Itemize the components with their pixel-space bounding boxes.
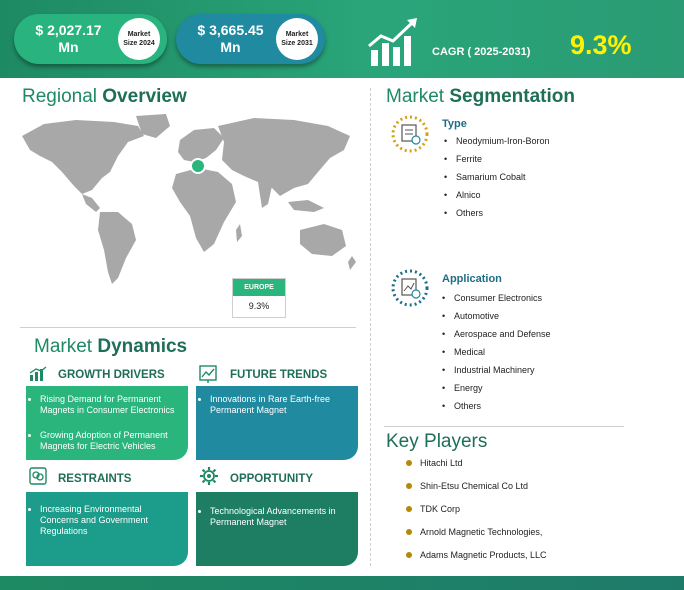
type-item: Alnico xyxy=(444,186,550,204)
regional-overview-title: Regional Overview xyxy=(22,86,187,107)
growth-drivers-title: GROWTH DRIVERS xyxy=(58,369,165,381)
type-item: Samarium Cobalt xyxy=(444,168,550,186)
type-title: Type xyxy=(442,118,467,130)
segmentation-divider xyxy=(384,426,624,427)
future-trends-card: Innovations in Rare Earth-free Permanent… xyxy=(196,386,358,460)
type-item: Neodymium-Iron-Boron xyxy=(444,132,550,150)
application-item: Industrial Machinery xyxy=(442,361,551,379)
application-segment-icon xyxy=(391,269,429,307)
future-trends-title: FUTURE TRENDS xyxy=(230,369,328,381)
restraints-icon xyxy=(29,467,47,485)
market-size-2024-value: $ 2,027.17 Mn xyxy=(35,22,102,55)
opportunity-title: OPPORTUNITY xyxy=(230,473,314,485)
region-value: 9.3% xyxy=(248,301,270,311)
application-item: Consumer Electronics xyxy=(442,289,551,307)
type-list: Neodymium-Iron-Boron Ferrite Samarium Co… xyxy=(444,132,550,222)
region-name: EUROPE xyxy=(233,279,285,296)
market-size-2024-pill: $ 2,027.17 Mn Market Size 2024 xyxy=(14,14,167,64)
market-segmentation-title: Market Segmentation xyxy=(386,86,575,107)
regional-divider xyxy=(20,327,356,328)
restraints-title: RESTRAINTS xyxy=(58,473,132,485)
type-item: Others xyxy=(444,204,550,222)
growth-driver-item: Rising Demand for Permanent Magnets in C… xyxy=(40,394,182,416)
world-map xyxy=(22,114,356,284)
application-item: Others xyxy=(442,397,551,415)
type-segment-icon xyxy=(391,115,429,153)
cagr-label: CAGR ( 2025-2031) xyxy=(432,46,531,58)
application-item: Medical xyxy=(442,343,551,361)
future-trend-item: Innovations in Rare Earth-free Permanent… xyxy=(210,394,352,416)
key-players-list: Hitachi Ltd Shin-Etsu Chemical Co Ltd TD… xyxy=(406,458,547,573)
application-item: Automotive xyxy=(442,307,551,325)
footer-bar xyxy=(0,576,684,590)
market-size-2031-pill: $ 3,665.45 Mn Market Size 2031 xyxy=(176,14,325,64)
opportunity-card: Technological Advancements in Permanent … xyxy=(196,492,358,566)
growth-drivers-card: Rising Demand for Permanent Magnets in C… xyxy=(26,386,188,460)
player-item: Arnold Magnetic Technologies, xyxy=(406,527,547,550)
market-size-2031-value: $ 3,665.45 Mn xyxy=(197,22,264,55)
europe-marker xyxy=(190,158,206,174)
player-item: TDK Corp xyxy=(406,504,547,527)
application-title: Application xyxy=(442,273,502,285)
market-dynamics-title: Market Dynamics xyxy=(34,336,188,357)
vertical-divider xyxy=(370,88,371,566)
cagr-value: 9.3% xyxy=(570,30,632,60)
growth-driver-item: Growing Adoption of Permanent Magnets fo… xyxy=(40,430,182,452)
restraint-item: Increasing Environmental Concerns and Go… xyxy=(40,504,182,537)
market-size-2031-badge: Market Size 2031 xyxy=(276,18,318,60)
opportunity-item: Technological Advancements in Permanent … xyxy=(210,506,352,528)
key-players-title: Key Players xyxy=(386,431,488,452)
application-list: Consumer Electronics Automotive Aerospac… xyxy=(442,289,551,415)
player-item: Hitachi Ltd xyxy=(406,458,547,481)
market-size-2024-badge: Market Size 2024 xyxy=(118,18,160,60)
application-item: Aerospace and Defense xyxy=(442,325,551,343)
growth-chart-icon xyxy=(368,18,417,66)
player-item: Shin-Etsu Chemical Co Ltd xyxy=(406,481,547,504)
bar-chart-icon xyxy=(29,366,47,381)
trends-icon xyxy=(199,365,217,383)
player-item: Adams Magnetic Products, LLC xyxy=(406,550,547,573)
region-callout: EUROPE 9.3% xyxy=(232,278,286,318)
restraints-card: Increasing Environmental Concerns and Go… xyxy=(26,492,188,566)
application-item: Energy xyxy=(442,379,551,397)
gear-icon xyxy=(200,467,218,485)
type-item: Ferrite xyxy=(444,150,550,168)
